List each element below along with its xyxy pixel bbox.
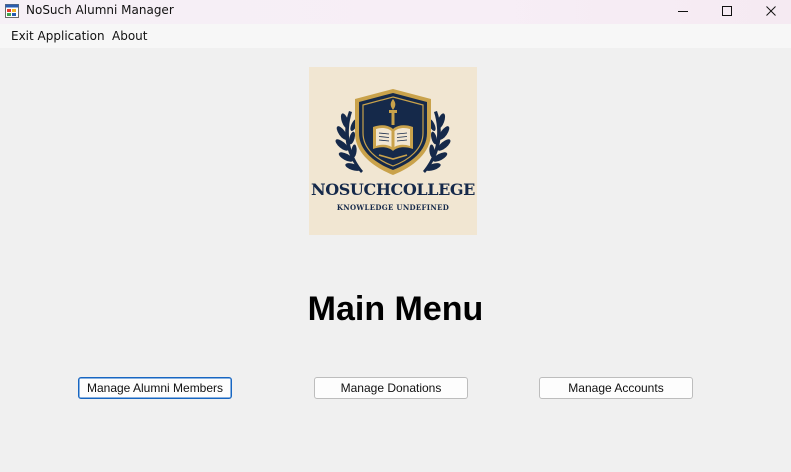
app-window: NoSuch Alumni Manager Exit Application A…	[0, 0, 791, 472]
menu-item-exit-application[interactable]: Exit Application	[11, 29, 105, 43]
logo-college-name: NOSUCHCOLLEGE	[311, 180, 475, 199]
manage-alumni-members-button[interactable]: Manage Alumni Members	[78, 377, 232, 399]
maximize-icon	[721, 2, 733, 21]
window-title: NoSuch Alumni Manager	[26, 3, 174, 17]
title-bar[interactable]: NoSuch Alumni Manager	[0, 0, 791, 24]
menu-item-about[interactable]: About	[112, 29, 147, 43]
close-button[interactable]	[749, 0, 791, 22]
menu-bar: Exit Application About	[0, 24, 791, 48]
minimize-icon	[677, 2, 689, 21]
close-icon	[765, 2, 777, 21]
manage-accounts-button[interactable]: Manage Accounts	[539, 377, 693, 399]
app-window-icon	[5, 3, 19, 18]
page-title: Main Menu	[307, 290, 484, 328]
maximize-button[interactable]	[705, 0, 749, 22]
minimize-button[interactable]	[661, 0, 705, 22]
logo-tagline: KNOWLEDGE UNDEFINED	[336, 203, 450, 212]
manage-donations-button[interactable]: Manage Donations	[314, 377, 468, 399]
college-logo: NOSUCHCOLLEGE KNOWLEDGE UNDEFINED	[309, 67, 477, 235]
